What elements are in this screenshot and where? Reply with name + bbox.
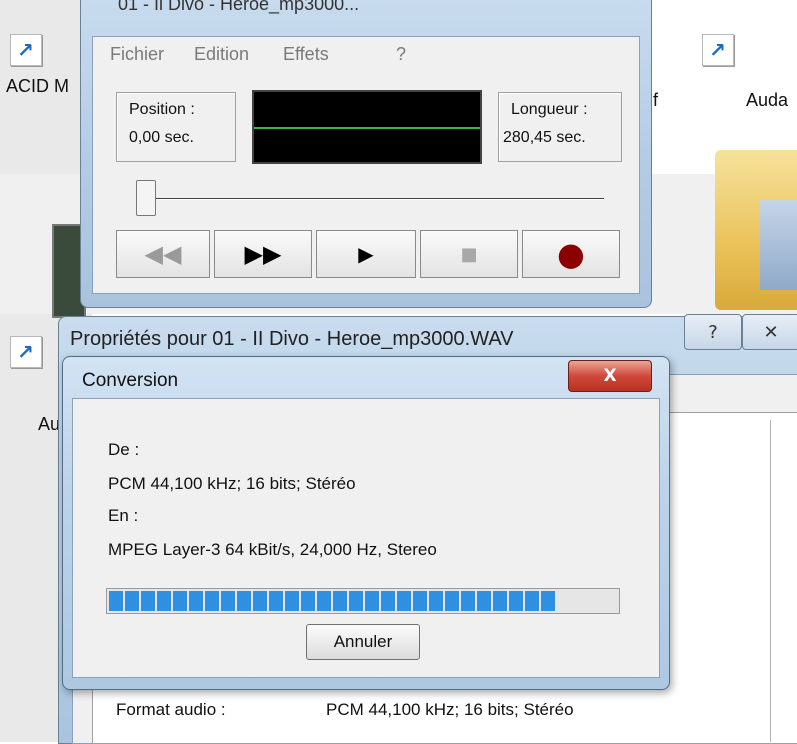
cancel-button[interactable]: Annuler: [306, 624, 420, 660]
from-format: PCM 44,100 kHz; 16 bits; Stéréo: [108, 474, 356, 493]
length-label: Longueur :: [511, 101, 588, 118]
help-icon: ?: [708, 321, 718, 343]
seek-slider-thumb[interactable]: [136, 180, 156, 216]
fast-forward-icon: ▶▶: [244, 240, 282, 268]
stop-icon: ■: [460, 243, 478, 265]
properties-close-button[interactable]: ✕: [742, 314, 797, 350]
to-label: En :: [108, 506, 139, 525]
record-button[interactable]: ●: [522, 230, 620, 278]
desktop-shortcut-audacity-icon[interactable]: ↗: [702, 34, 734, 66]
seek-slider-track[interactable]: [148, 198, 604, 200]
waveform-display: [252, 90, 482, 164]
close-icon: X: [603, 366, 617, 386]
folder-document-icon: [760, 200, 797, 290]
length-box: Longueur : 280,45 sec.: [498, 92, 622, 162]
desktop-shortcut-lower-icon[interactable]: ↗: [10, 336, 42, 368]
from-label: De :: [108, 440, 140, 459]
rewind-button[interactable]: ◀◀: [116, 230, 210, 278]
play-icon: ▶: [358, 242, 374, 266]
properties-help-button[interactable]: ?: [684, 314, 742, 350]
properties-title: Propriétés pour 01 - II Divo - Heroe_mp3…: [70, 328, 514, 350]
rewind-icon: ◀◀: [144, 240, 182, 268]
conversion-close-button[interactable]: X: [568, 360, 652, 392]
desktop-icon-label-acid[interactable]: ACID M: [6, 76, 69, 97]
menu-effets[interactable]: Effets: [283, 44, 329, 65]
menu-edition[interactable]: Edition: [194, 44, 249, 65]
position-value: 0,00 sec.: [129, 129, 194, 146]
stop-button[interactable]: ■: [420, 230, 518, 278]
record-icon: ●: [557, 235, 585, 273]
desktop-icon-label-partial: f: [653, 90, 659, 110]
progress-fill: [109, 591, 556, 611]
menu-fichier[interactable]: Fichier: [110, 44, 164, 65]
position-box: Position : 0,00 sec.: [116, 92, 236, 162]
audio-format-label: Format audio :: [116, 700, 226, 719]
menu-help[interactable]: ?: [396, 44, 406, 65]
to-format: MPEG Layer-3 64 kBit/s, 24,000 Hz, Stere…: [108, 540, 437, 559]
position-label: Position :: [129, 101, 195, 118]
waveform-line: [254, 127, 480, 129]
conversion-progress-bar: [106, 588, 620, 614]
close-icon: ✕: [763, 321, 779, 343]
sound-recorder-title: 01 - Il Divo - Heroe_mp3000...: [118, 0, 360, 14]
desktop-icon-label-lower: Au: [38, 414, 61, 434]
properties-divider: [770, 420, 771, 742]
desktop-shortcut-acid-icon[interactable]: ↗: [10, 34, 42, 66]
audio-format-value: PCM 44,100 kHz; 16 bits; Stéréo: [326, 700, 574, 719]
desktop-icon-label-audacity[interactable]: Auda: [746, 90, 788, 111]
play-button[interactable]: ▶: [316, 230, 416, 278]
length-value: 280,45 sec.: [503, 129, 586, 146]
fast-forward-button[interactable]: ▶▶: [214, 230, 312, 278]
conversion-title: Conversion: [82, 370, 179, 391]
